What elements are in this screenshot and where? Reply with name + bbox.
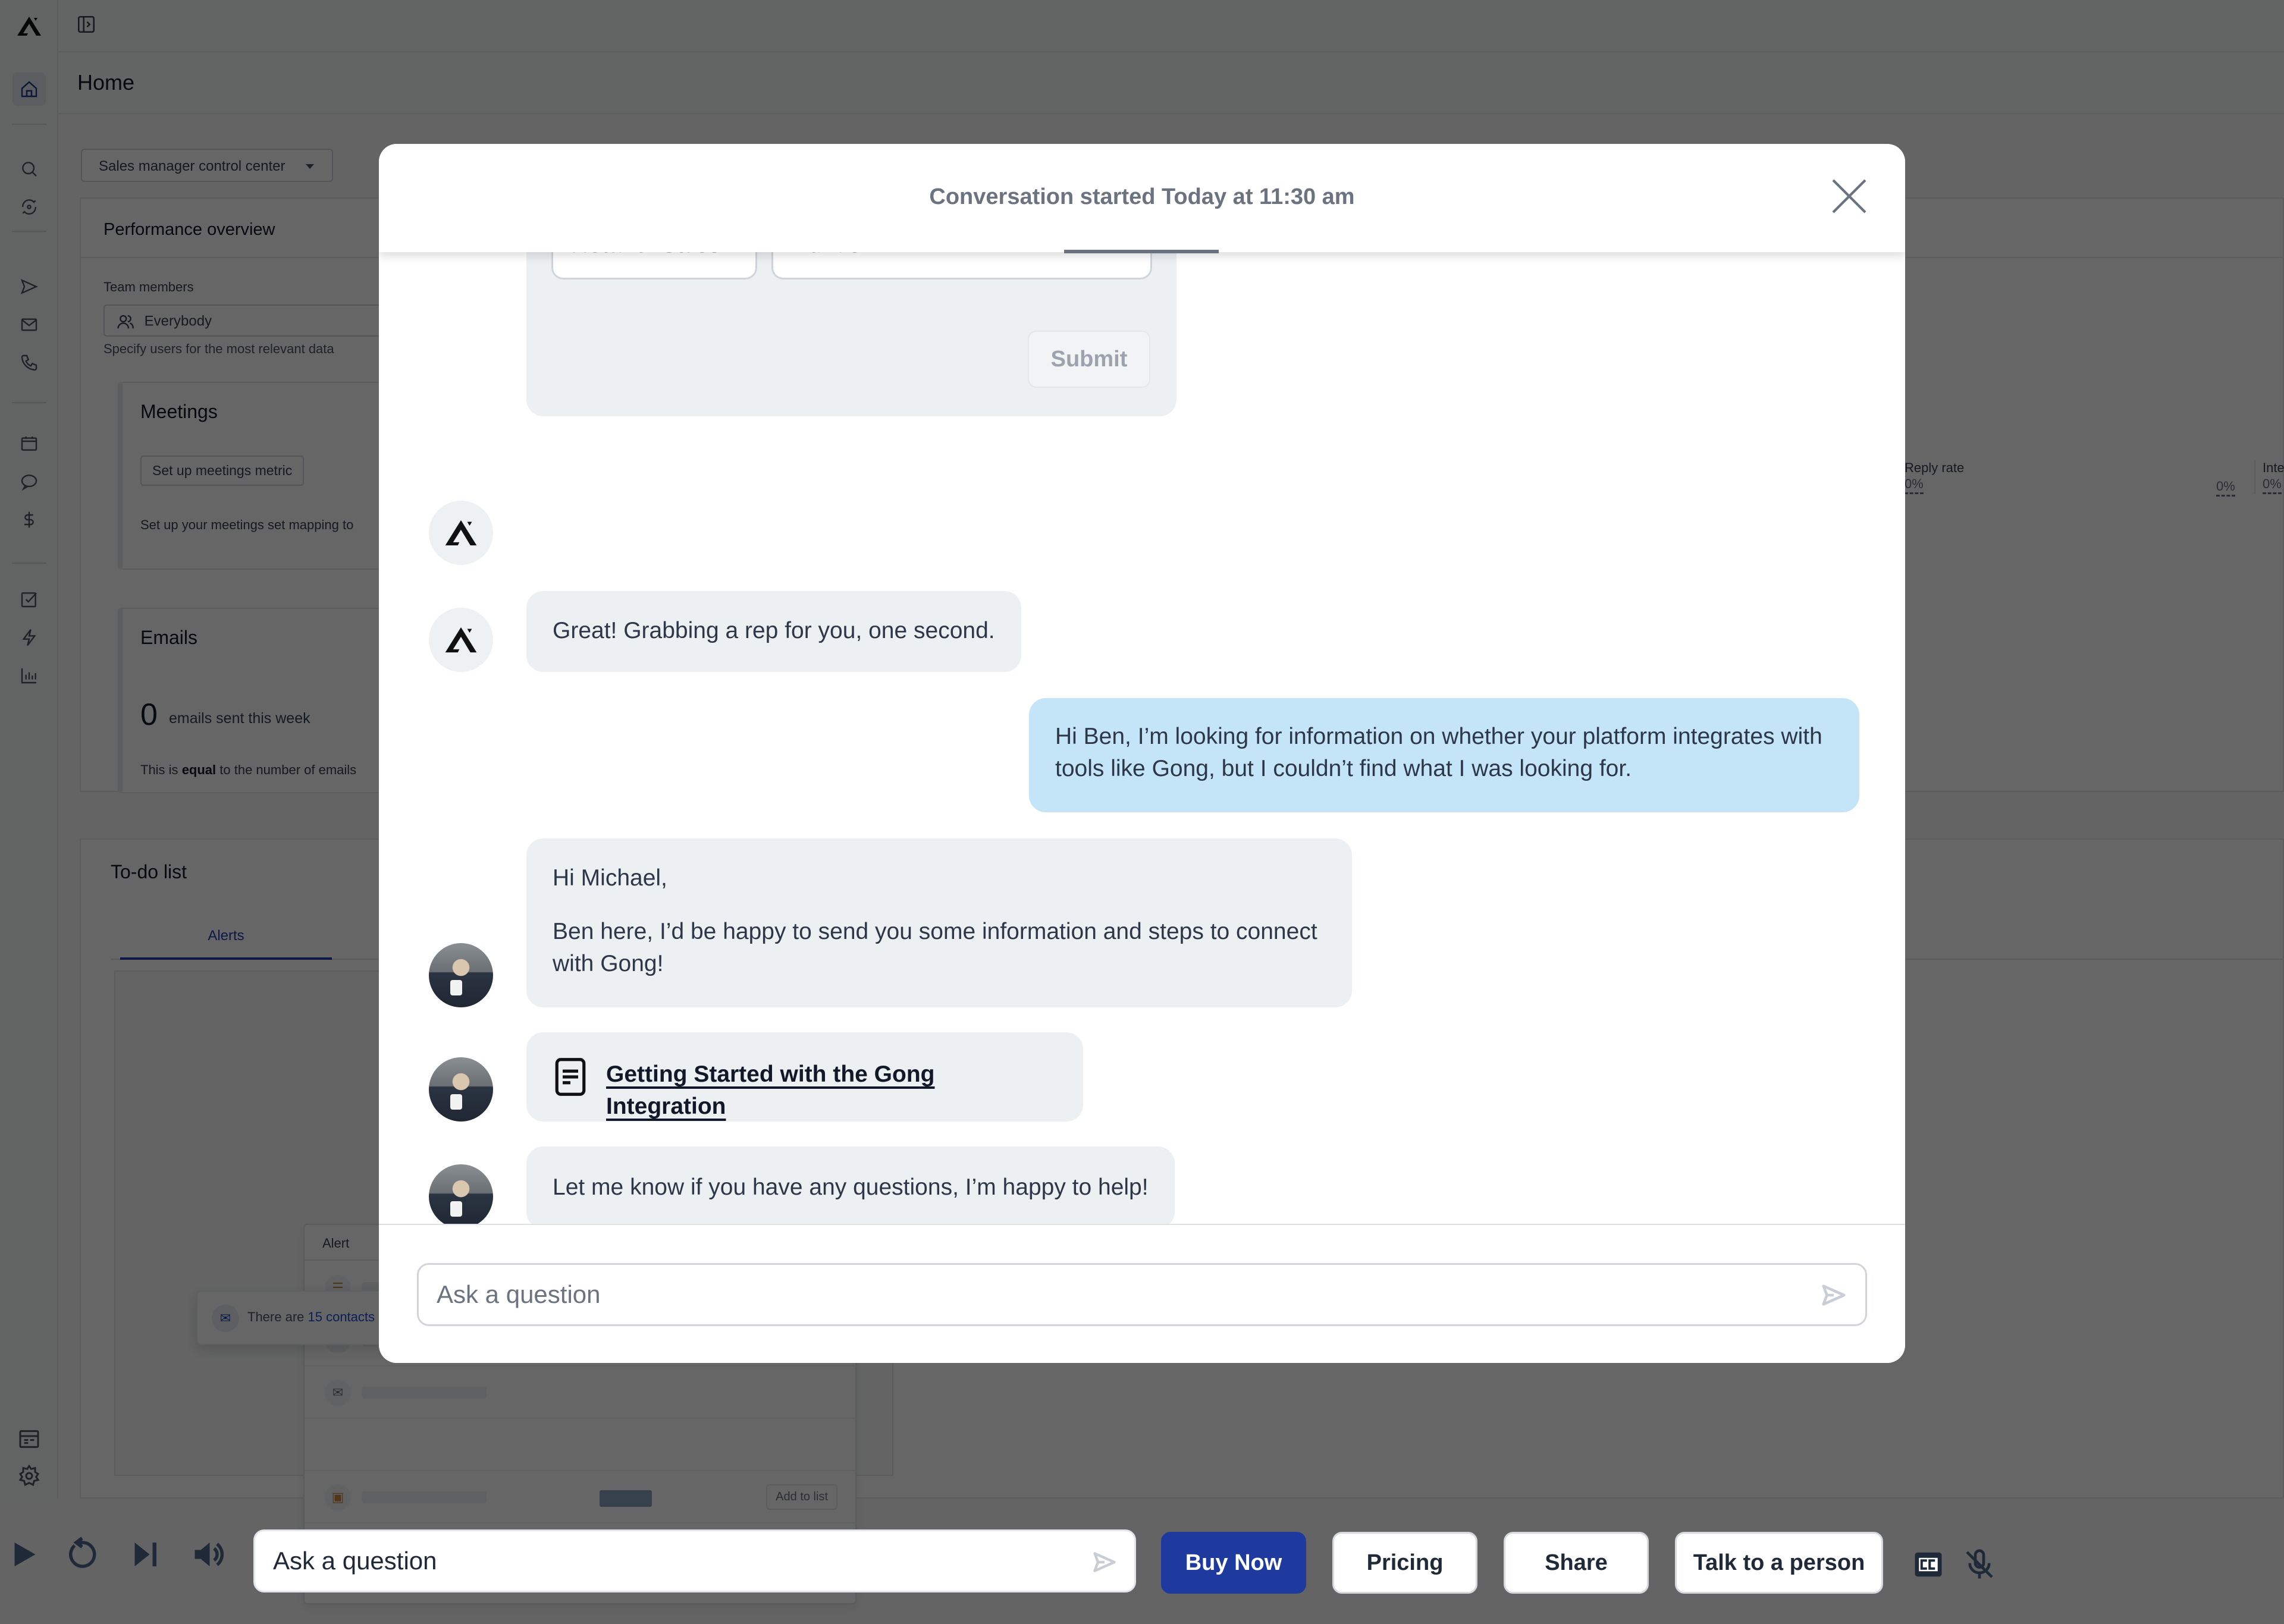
talk-to-person-button[interactable]: Talk to a person bbox=[1675, 1532, 1883, 1594]
rep-message: Let me know if you have any questions, I… bbox=[526, 1146, 1175, 1229]
pricing-button[interactable]: Pricing bbox=[1332, 1532, 1477, 1594]
document-link[interactable]: Getting Started with the Gong Integratio… bbox=[606, 1061, 934, 1119]
buy-now-button[interactable]: Buy Now bbox=[1161, 1532, 1306, 1594]
rep-avatar bbox=[429, 943, 493, 1007]
rep-message: Hi Michael, Ben here, I’d be happy to se… bbox=[526, 838, 1352, 1007]
volume-icon[interactable] bbox=[190, 1537, 226, 1572]
rep-avatar bbox=[429, 1164, 493, 1229]
document-icon bbox=[555, 1058, 586, 1096]
bot-message: Great! Grabbing a rep for you, one secon… bbox=[526, 591, 1021, 672]
player-bar: Ask a question Buy Now Pricing Share Tal… bbox=[0, 1499, 2284, 1624]
close-icon[interactable] bbox=[1828, 175, 1871, 218]
ask-question-input[interactable]: Ask a question bbox=[417, 1263, 1867, 1326]
send-icon[interactable] bbox=[1820, 1281, 1847, 1309]
modal-header: Conversation started Today at 11:30 am bbox=[379, 144, 1905, 252]
rep-message-line: Hi Michael, bbox=[553, 865, 667, 891]
ask-question-placeholder: Ask a question bbox=[437, 1280, 601, 1308]
rep-avatar bbox=[429, 1057, 493, 1122]
replay-icon[interactable] bbox=[64, 1537, 100, 1572]
bot-avatar bbox=[429, 501, 493, 565]
player-ask-question-input[interactable]: Ask a question bbox=[253, 1529, 1136, 1592]
play-icon[interactable] bbox=[7, 1537, 43, 1572]
mic-muted-icon[interactable] bbox=[1963, 1545, 1996, 1584]
brand-logo-icon bbox=[445, 520, 477, 546]
closed-captions-icon[interactable] bbox=[1912, 1547, 1944, 1582]
modal-title: Conversation started Today at 11:30 am bbox=[929, 184, 1355, 209]
document-message[interactable]: Getting Started with the Gong Integratio… bbox=[526, 1032, 1083, 1122]
rep-message-line: Ben here, I’d be happy to send you some … bbox=[553, 919, 1317, 976]
chat-transcript: Head of Sales Dunder Mifflin Submit Grea… bbox=[379, 216, 1905, 1363]
skip-icon[interactable] bbox=[127, 1537, 163, 1572]
bot-avatar bbox=[429, 608, 493, 672]
submit-button[interactable]: Submit bbox=[1028, 331, 1150, 388]
send-icon[interactable] bbox=[1091, 1549, 1118, 1575]
brand-logo-icon bbox=[445, 627, 477, 653]
modal-composer: Ask a question bbox=[379, 1224, 1905, 1363]
conversation-modal: Conversation started Today at 11:30 am H… bbox=[379, 144, 1905, 1363]
player-ask-question-placeholder: Ask a question bbox=[273, 1547, 437, 1575]
user-message: Hi Ben, I’m looking for information on w… bbox=[1029, 698, 1859, 812]
scrollbar-thumb[interactable] bbox=[1064, 250, 1219, 253]
share-button[interactable]: Share bbox=[1504, 1532, 1649, 1594]
